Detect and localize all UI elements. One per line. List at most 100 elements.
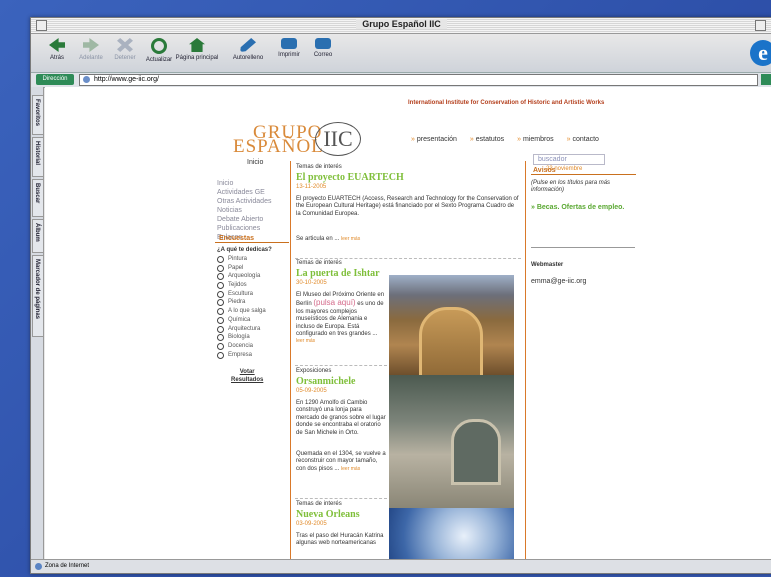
article-title[interactable]: La puerta de Ishtar — [296, 268, 380, 279]
poll-option[interactable]: Papel — [217, 264, 266, 273]
poll-title: Encuestas — [215, 235, 289, 243]
poll-option[interactable]: Piedra — [217, 298, 266, 307]
page-content: GRUPO ESPAÑOL IIC International Institut… — [45, 87, 771, 559]
menu-otras-actividades[interactable]: Otras Actividades — [217, 197, 271, 206]
top-navigation: presentación estatutos miembros contacto — [411, 136, 610, 143]
refresh-button[interactable]: Actualizar — [141, 38, 177, 63]
poll-option[interactable]: Química — [217, 316, 266, 325]
poll-option[interactable]: Tejidos — [217, 281, 266, 290]
article-text: En 1290 Arnolfo di Cambio construyó una … — [296, 400, 386, 436]
site-logo[interactable]: GRUPO ESPAÑOL IIC — [233, 122, 361, 158]
article-text: Tras el paso del Huracán Katrina algunas… — [296, 533, 384, 547]
home-icon — [189, 38, 205, 52]
tab-album[interactable]: Álbum — [32, 219, 44, 253]
article-title[interactable]: Orsanmichele — [296, 376, 355, 387]
read-more-link[interactable]: leer más — [296, 338, 315, 344]
address-bar: Dirección http://www.ge-iic.org/ — [31, 73, 771, 88]
zoom-box[interactable] — [755, 20, 766, 31]
article-text: Se articula en ... leer más — [296, 236, 361, 242]
browser-window: Grupo Español IIC Atrás Adelante Detener… — [30, 17, 771, 574]
results-link[interactable]: Resultados — [231, 376, 263, 384]
stop-label: Detener — [114, 55, 136, 61]
print-label: Imprimir — [278, 52, 300, 58]
back-label: Atrás — [49, 55, 64, 61]
mail-label: Correo — [313, 52, 333, 58]
tab-favoritos[interactable]: Favoritos — [32, 95, 44, 135]
mail-icon — [315, 38, 331, 49]
forward-arrow-icon — [83, 38, 99, 52]
pulsa-aqui-link[interactable]: (pulsa aquí) — [313, 298, 355, 307]
vote-link[interactable]: Votar — [231, 368, 263, 376]
nav-estatutos[interactable]: estatutos — [470, 136, 504, 143]
article-text: El proyecto EUARTECH (Access, Research a… — [296, 196, 519, 217]
ishtar-gate-photo[interactable] — [389, 275, 514, 381]
stop-icon — [117, 38, 133, 52]
go-button[interactable] — [761, 74, 771, 85]
autofill-button[interactable]: Autorelleno — [229, 38, 267, 61]
autofill-label: Autorelleno — [232, 55, 264, 61]
column-divider — [290, 161, 291, 559]
section-separator — [295, 498, 387, 499]
url-field[interactable]: http://www.ge-iic.org/ — [79, 74, 758, 86]
back-button[interactable]: Atrás — [39, 38, 75, 61]
article-date: 05-09-2005 — [296, 388, 327, 394]
nav-miembros[interactable]: miembros — [517, 136, 554, 143]
read-more-link[interactable]: leer más — [341, 236, 360, 242]
tab-buscar[interactable]: Buscar — [32, 179, 44, 217]
menu-actividades-ge[interactable]: Actividades GE — [217, 188, 271, 197]
poll-option[interactable]: Docencia — [217, 342, 266, 351]
browser-logo-icon: e — [750, 40, 771, 66]
orsanmichele-photo[interactable] — [389, 375, 514, 508]
mail-button[interactable]: Correo — [305, 38, 341, 58]
forward-label: Adelante — [79, 55, 103, 61]
printer-icon — [281, 38, 297, 49]
stop-button[interactable]: Detener — [107, 38, 143, 61]
article-text: El Museo del Próximo Oriente en Berlín (… — [296, 292, 385, 345]
avisos-title: Avisos — [531, 167, 636, 175]
refresh-label: Actualizar — [145, 57, 173, 63]
tab-historial[interactable]: Historial — [32, 137, 44, 177]
home-button[interactable]: Página principal — [175, 38, 219, 61]
section-separator — [295, 365, 387, 366]
webmaster-email-link[interactable]: emma@ge-iic.org — [531, 278, 586, 285]
forward-button[interactable]: Adelante — [73, 38, 109, 61]
status-bar: Zona de Internet — [31, 559, 771, 573]
article-category: Exposiciones — [296, 368, 332, 374]
nav-presentacion[interactable]: presentación — [411, 136, 457, 143]
poll-option[interactable]: Arquitectura — [217, 325, 266, 334]
menu-debate[interactable]: Debate Abierto — [217, 215, 271, 224]
read-more-link[interactable]: leer más — [341, 466, 360, 472]
article-text: Quemada en el 1304, se vuelve a reconstr… — [296, 451, 386, 472]
poll-options: Pintura Papel Arqueología Tejidos Escult… — [217, 255, 266, 359]
avisos-note: (Pulse en los títulos para más informaci… — [531, 180, 611, 193]
poll-option[interactable]: Empresa — [217, 351, 266, 360]
left-menu: Inicio Actividades GE Otras Actividades … — [217, 179, 271, 242]
menu-publicaciones[interactable]: Publicaciones — [217, 224, 271, 233]
article-title[interactable]: Nueva Orleans — [296, 509, 360, 520]
article-category: Temas de interés — [296, 501, 342, 507]
column-divider — [525, 161, 526, 559]
search-input[interactable]: buscador — [533, 154, 605, 165]
poll-option[interactable]: Biología — [217, 333, 266, 342]
institute-name: International Institute for Conservation… — [408, 100, 605, 106]
tab-marcador[interactable]: Marcador de páginas — [32, 255, 44, 337]
poll-option[interactable]: Arqueología — [217, 272, 266, 281]
poll-question: ¿A qué te dedicas? — [217, 247, 272, 253]
print-button[interactable]: Imprimir — [271, 38, 307, 58]
article-date: 03-09-2005 — [296, 521, 327, 527]
explorer-bar-tabs: Favoritos Historial Buscar Álbum Marcado… — [31, 87, 44, 559]
title-bar[interactable]: Grupo Español IIC — [31, 18, 771, 34]
menu-noticias[interactable]: Noticias — [217, 206, 271, 215]
address-label: Dirección — [36, 74, 74, 85]
menu-inicio[interactable]: Inicio — [217, 179, 271, 188]
poll-option[interactable]: Pintura — [217, 255, 266, 264]
nav-contacto[interactable]: contacto — [567, 136, 599, 143]
hurricane-photo[interactable] — [389, 508, 514, 559]
article-title[interactable]: El proyecto EUARTECH — [296, 172, 404, 183]
section-separator — [295, 258, 521, 259]
browser-toolbar: Atrás Adelante Detener Actualizar Página… — [31, 34, 771, 73]
poll-option[interactable]: A lo que salga — [217, 307, 266, 316]
article-category: Temas de interés — [296, 260, 342, 266]
poll-option[interactable]: Escultura — [217, 290, 266, 299]
becas-link[interactable]: » Becas. Ofertas de empleo. — [531, 204, 634, 212]
